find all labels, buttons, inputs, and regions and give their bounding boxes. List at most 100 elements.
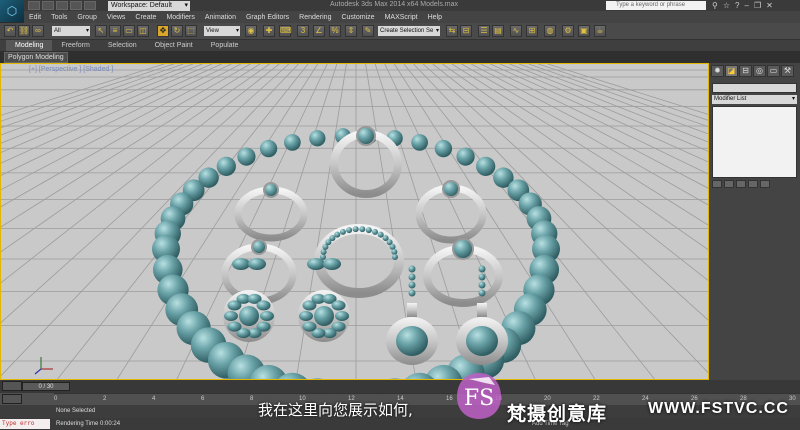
tab-selection[interactable]: Selection: [99, 40, 146, 51]
pin-stack-icon[interactable]: [712, 180, 722, 188]
remove-modifier-icon[interactable]: [748, 180, 758, 188]
minimize-icon[interactable]: –: [744, 1, 748, 10]
frame-tick: 8: [250, 396, 254, 402]
brand-name: 梵摄创意库: [507, 404, 608, 425]
stack-tools: [712, 180, 797, 188]
angle-snap-icon[interactable]: ∠: [313, 25, 325, 37]
schematic-view-icon[interactable]: ⊞: [526, 25, 538, 37]
configure-sets-icon[interactable]: [760, 180, 770, 188]
save-file-icon[interactable]: [56, 1, 68, 10]
main-toolbar: ↶ ⛓ ∞ All ↖ ≡ ▭ ◫ ✥ ↻ ⬚ View ◉ ✚ ⌨ 3 ∠ %…: [0, 23, 800, 40]
show-end-result-icon[interactable]: [724, 180, 734, 188]
restore-icon[interactable]: ❐: [754, 1, 761, 10]
menu-tools[interactable]: Tools: [46, 14, 72, 21]
modify-tab-icon[interactable]: ◪: [725, 65, 738, 77]
menu-rendering[interactable]: Rendering: [294, 14, 336, 21]
menu-animation[interactable]: Animation: [200, 14, 241, 21]
modifier-stack[interactable]: [712, 106, 797, 178]
menu-customize[interactable]: Customize: [336, 14, 379, 21]
select-object-icon[interactable]: ↖: [95, 25, 107, 37]
tab-populate[interactable]: Populate: [202, 40, 248, 51]
perspective-viewport[interactable]: [+] [Perspective ] [Shaded ]: [0, 63, 709, 380]
create-tab-icon[interactable]: ✹: [711, 65, 724, 77]
menu-edit[interactable]: Edit: [24, 14, 46, 21]
menu-maxscript[interactable]: MAXScript: [380, 14, 423, 21]
named-selection-set-dropdown[interactable]: Create Selection Se: [378, 26, 440, 36]
command-panel: ✹ ◪ ⊟ ◎ ▭ ⚒ Modifier List: [709, 63, 800, 380]
render-production-icon[interactable]: ☕: [594, 25, 606, 37]
percent-snap-icon[interactable]: %: [329, 25, 341, 37]
app-menu-icon[interactable]: ⬡: [0, 0, 24, 22]
align-icon[interactable]: ⊟: [460, 25, 472, 37]
hierarchy-tab-icon[interactable]: ⊟: [739, 65, 752, 77]
menu-create[interactable]: Create: [130, 14, 161, 21]
make-unique-icon[interactable]: [736, 180, 746, 188]
frame-tick: 16: [446, 396, 453, 402]
snap-toggle-icon[interactable]: 3: [297, 25, 309, 37]
frame-tick: 4: [152, 396, 156, 402]
polygon-modeling-button[interactable]: Polygon Modeling: [4, 52, 68, 63]
open-file-icon[interactable]: [42, 1, 54, 10]
scale-icon[interactable]: ⬚: [185, 25, 197, 37]
maxscript-listener-input[interactable]: Type erro: [0, 419, 50, 429]
binoculars-icon[interactable]: ⚲: [712, 1, 718, 10]
help-icon[interactable]: ?: [735, 1, 739, 10]
menu-views[interactable]: Views: [102, 14, 131, 21]
keyboard-shortcut-icon[interactable]: ⌨: [279, 25, 292, 37]
window-controls: ⚲ ☆ ? – ❐ ✕: [712, 1, 773, 10]
modifier-list-dropdown[interactable]: Modifier List: [712, 95, 797, 104]
menu-modifiers[interactable]: Modifiers: [161, 14, 199, 21]
motion-tab-icon[interactable]: ◎: [753, 65, 766, 77]
render-setup-icon[interactable]: ⚙: [562, 25, 574, 37]
menu-help[interactable]: Help: [423, 14, 447, 21]
menu-group[interactable]: Group: [72, 14, 101, 21]
layer-manager-icon[interactable]: ☰: [478, 25, 490, 37]
menu-bar: Edit Tools Group Views Create Modifiers …: [24, 11, 800, 23]
material-editor-icon[interactable]: ◍: [544, 25, 556, 37]
close-icon[interactable]: ✕: [766, 1, 773, 10]
ribbon-toggle-icon[interactable]: ▤: [492, 25, 504, 37]
move-icon[interactable]: ✥: [157, 25, 169, 37]
viewport-label[interactable]: [+] [Perspective ] [Shaded ]: [29, 66, 113, 73]
frame-tick: 6: [201, 396, 205, 402]
rendered-frame-window-icon[interactable]: ▣: [578, 25, 590, 37]
ribbon-tabs: Modeling Freeform Selection Object Paint…: [0, 40, 800, 51]
search-input[interactable]: Type a keyword or phrase: [606, 1, 706, 10]
curve-editor-icon[interactable]: ∿: [510, 25, 522, 37]
watermark: FS 梵摄创意库 WWW.FSTVC.CC: [455, 367, 800, 430]
window-crossing-icon[interactable]: ◫: [137, 25, 149, 37]
star-icon[interactable]: ☆: [723, 1, 730, 10]
display-tab-icon[interactable]: ▭: [767, 65, 780, 77]
link-icon[interactable]: ⛓: [18, 25, 30, 37]
workspace-dropdown[interactable]: Workspace: Default: [108, 1, 190, 11]
selection-filter-dropdown[interactable]: All: [52, 26, 90, 36]
tab-modeling[interactable]: Modeling: [6, 40, 53, 51]
render-time-status: Rendering Time 0:00:24: [56, 421, 121, 427]
viewport-grid: [1, 64, 708, 379]
spinner-snap-icon[interactable]: ⇕: [345, 25, 357, 37]
select-by-name-icon[interactable]: ≡: [109, 25, 121, 37]
pivot-center-icon[interactable]: ◉: [245, 25, 257, 37]
tab-object-paint[interactable]: Object Paint: [146, 40, 202, 51]
scene-render: [1, 64, 708, 379]
reference-coordinate-dropdown[interactable]: View: [204, 26, 240, 36]
edit-named-selection-icon[interactable]: ✎: [362, 25, 374, 37]
object-name-field[interactable]: [712, 83, 797, 93]
rotate-icon[interactable]: ↻: [171, 25, 183, 37]
rectangle-select-icon[interactable]: ▭: [123, 25, 135, 37]
mirror-icon[interactable]: ⇆: [446, 25, 458, 37]
tab-freeform[interactable]: Freeform: [52, 40, 98, 51]
mini-curve-editor-button[interactable]: [2, 381, 22, 391]
unlink-icon[interactable]: ∞: [32, 25, 44, 37]
select-manipulate-icon[interactable]: ✚: [263, 25, 275, 37]
redo-icon[interactable]: [84, 1, 96, 10]
menu-graph-editors[interactable]: Graph Editors: [241, 14, 294, 21]
undo-button[interactable]: ↶: [4, 25, 16, 37]
open-mini-curve-icon[interactable]: [2, 394, 22, 404]
utilities-tab-icon[interactable]: ⚒: [781, 65, 794, 77]
time-slider[interactable]: 0 / 30: [22, 382, 70, 391]
title-bar: ⬡ Workspace: Default Autodesk 3ds Max 20…: [0, 0, 800, 22]
undo-icon[interactable]: [70, 1, 82, 10]
new-file-icon[interactable]: [28, 1, 40, 10]
selection-status: None Selected: [56, 408, 96, 414]
